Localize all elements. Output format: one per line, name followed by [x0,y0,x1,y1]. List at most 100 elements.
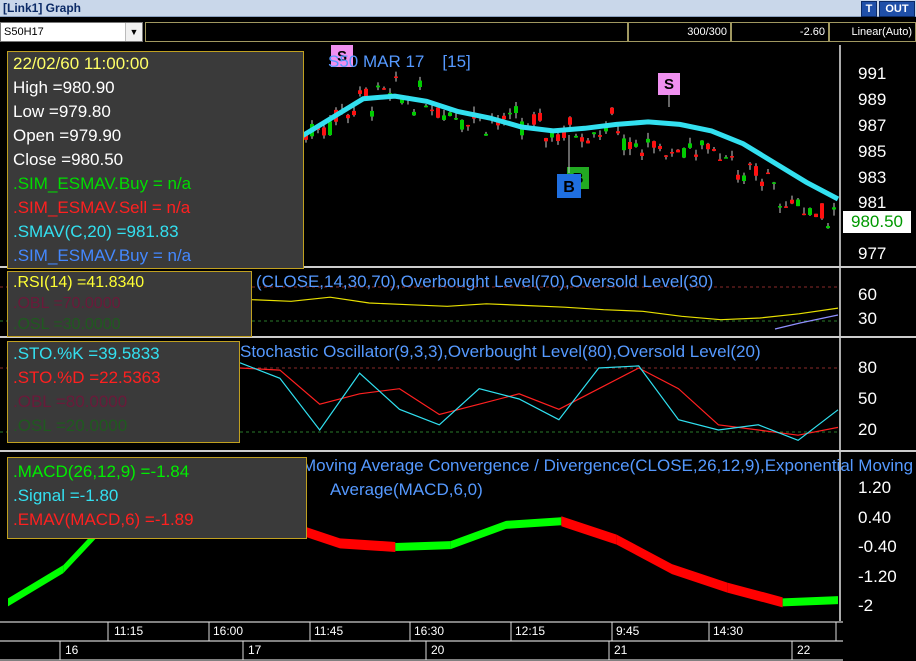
candle-body [580,137,584,142]
info-macd: .MACD(26,12,9) =-1.84 [13,462,190,481]
day-label-21: 21 [614,643,628,657]
candle-body [694,154,698,157]
window-titlebar: [Link1] Graph T OUT [0,0,916,17]
time-label-1145: 11:45 [314,624,344,638]
candle-body [424,105,428,108]
candle-body [370,110,374,117]
y-tick-987: 987 [858,116,887,135]
rsi-panel-title: (CLOSE,14,30,70),Overbought Level(70),Ov… [256,272,713,291]
candle-body [760,181,764,187]
candle-body [382,88,386,90]
candle-body [820,203,824,219]
info-signal: .Signal =-1.80 [13,486,119,505]
y-tick-991: 991 [858,64,887,83]
sto-panel-title: Stochastic Oscillator(9,3,3),Overbought … [240,342,761,361]
info-rsi-osl: .OSL =30.0000 [13,316,121,333]
buy-signal-1-label: B [563,179,575,196]
toolbar-blank-cell [145,22,628,42]
candle-body [742,175,746,182]
symbol-value: S50H17 [4,26,44,38]
y-tick-981: 981 [858,193,887,212]
price-offset-text: -2.60 [799,26,825,38]
rsi-info-box: .RSI(14) =41.8340 .OBL =70.0000 .OSL =30… [7,271,252,337]
candle-body [634,143,638,147]
candle-body [364,88,368,97]
info-low: Low =979.80 [13,102,111,121]
candle-body [430,109,434,112]
day-label-22: 22 [797,643,811,657]
info-emav: .EMAV(MACD,6) =-1.89 [13,510,194,529]
candle-body [346,114,350,119]
candle-body [724,157,728,159]
last-price-tag: 980.50 [843,211,911,233]
candle-body [454,118,458,120]
y-tick-983: 983 [858,168,887,187]
day-label-20: 20 [431,643,445,657]
time-label-1630: 16:30 [414,624,445,638]
candle-body [568,117,572,125]
candle-body [502,115,506,120]
info-sto-obl: .OBL =80.0000 [13,392,128,411]
candle-body [328,121,332,136]
candle-body [418,80,422,88]
candle-body [514,106,518,113]
candle-body [412,111,416,116]
candle-body [484,133,488,136]
info-esmav-buy-2: .SIM_ESMAV.Buy = n/a [13,246,192,265]
candle-body [466,124,470,127]
candle-body [358,90,362,94]
scale-mode[interactable]: Linear(Auto) [829,22,916,42]
time-axis[interactable]: 11:15 16:00 11:45 16:30 12:15 9:45 14:30… [0,621,843,661]
candle-body [556,134,560,142]
candle-body [664,155,668,157]
candle-body [682,148,686,158]
candle-body [574,135,578,138]
candle-body [376,85,380,88]
y-tick-977: 977 [858,244,887,263]
macd-tick-neg-2: -2 [858,596,874,615]
symbol-select[interactable]: S50H17 ▼ [0,22,143,42]
info-rsi-obl: .OBL =70.0000 [13,295,121,312]
candle-body [748,163,752,166]
sto-tick-50: 50 [858,389,877,408]
candle-body [394,76,398,78]
time-label-1600: 16:00 [213,624,244,638]
candle-body [790,199,794,204]
info-high: High =980.90 [13,78,115,97]
candle-body [730,156,734,158]
time-label-1115: 11:15 [114,624,144,638]
macd-tick-0-40: 0.40 [858,508,892,527]
time-label-1215: 12:15 [515,624,546,638]
sto-tick-20: 20 [858,420,877,439]
candle-body [688,143,692,148]
candle-body [592,132,596,135]
candle-body [784,206,788,208]
day-label-17: 17 [248,643,262,657]
bar-counter: 300/300 [628,22,731,42]
chevron-down-icon[interactable]: ▼ [125,23,142,41]
candle-body [778,206,782,208]
rsi-tick-30: 30 [858,309,877,328]
candle-body [766,172,770,175]
macd-panel-title: Moving Average Convergence / Divergence(… [302,456,913,475]
candle-body [628,141,632,149]
candle-body [700,140,704,146]
candle-body [610,107,614,114]
candle-body [352,110,356,116]
y-tick-985: 985 [858,142,887,161]
candle-body [622,138,626,151]
candle-body [532,114,536,125]
info-sto-k: .STO.%K =39.5833 [13,344,160,363]
candle-body [652,141,656,148]
price-info-box: 22/02/60 11:00:00 High =980.90 Low =979.… [7,51,304,269]
t-button[interactable]: T [861,1,877,17]
rsi-tick-60: 60 [858,285,877,304]
candle-body [322,127,326,136]
candle-body [616,131,620,134]
out-button[interactable]: OUT [879,1,915,17]
y-tick-989: 989 [858,90,887,109]
time-label-945: 9:45 [616,624,640,638]
price-panel-title: S50 MAR 17 [15] [328,52,471,71]
candle-body [598,135,602,137]
candle-body [640,152,644,157]
